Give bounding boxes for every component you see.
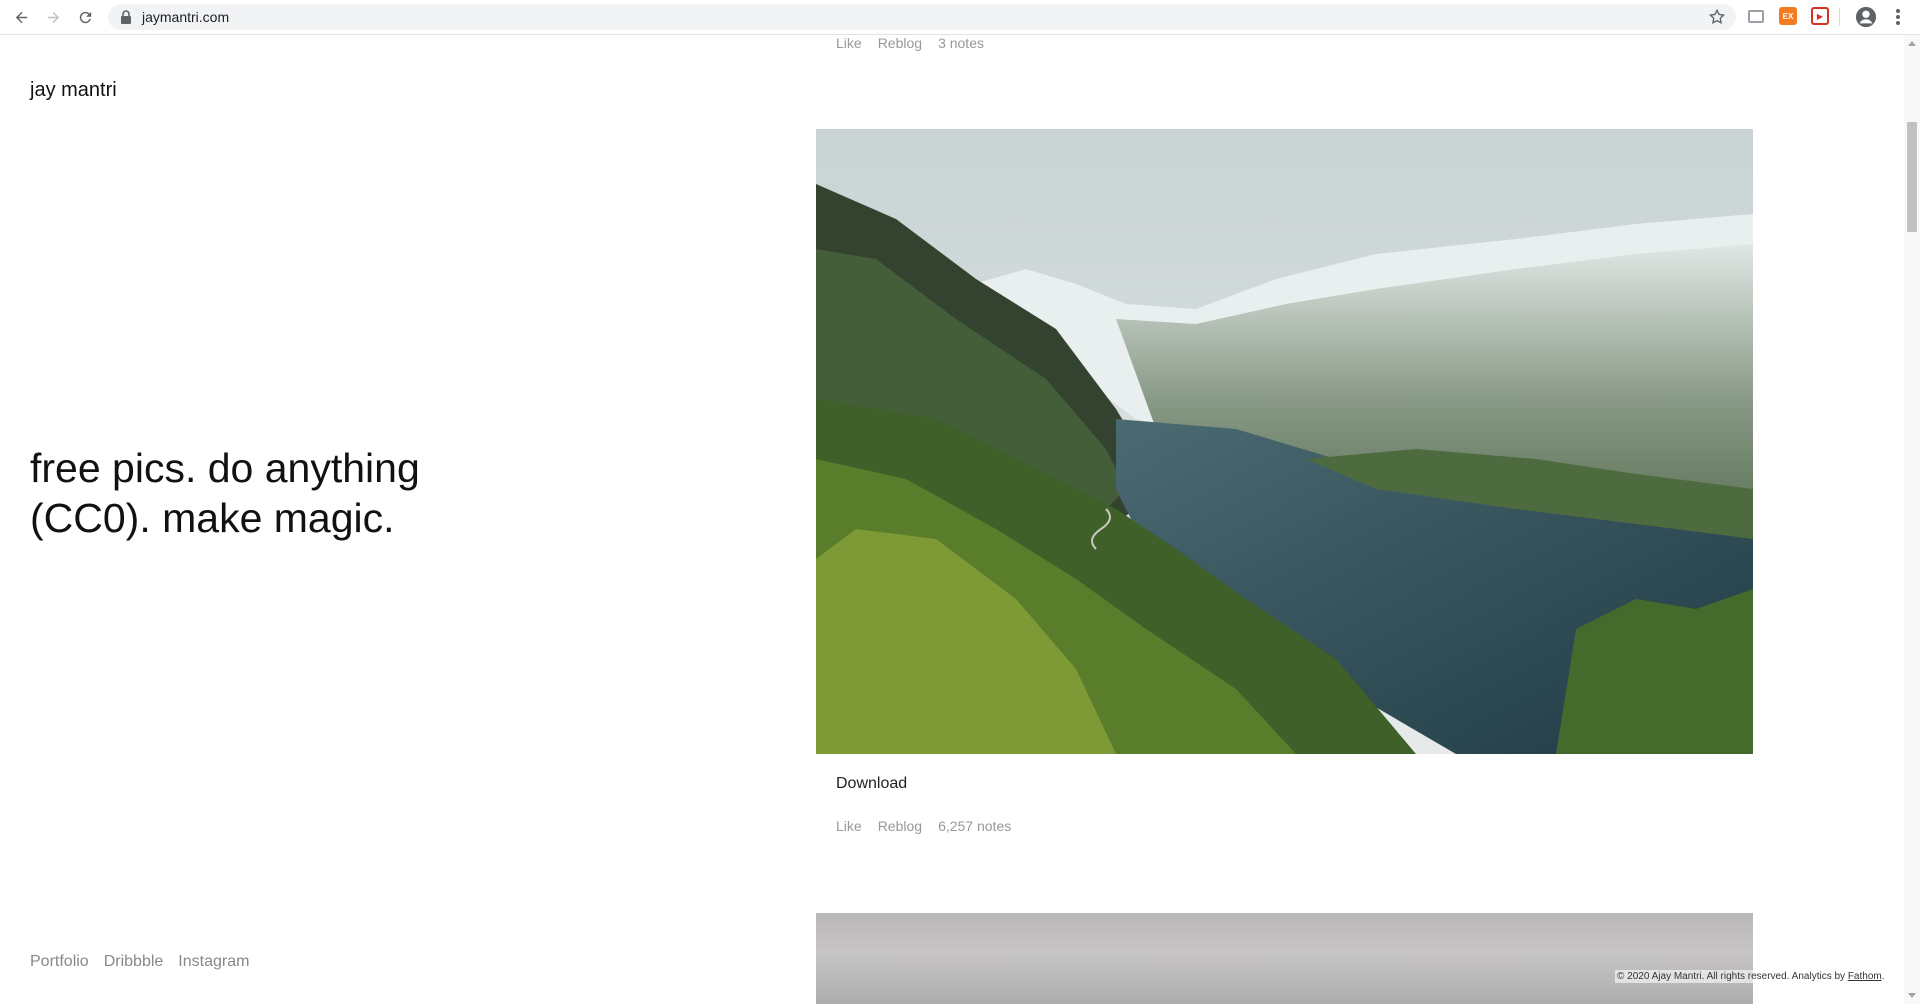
- post-meta-top: Like Reblog 3 notes: [836, 35, 984, 51]
- url-text: jaymantri.com: [142, 9, 230, 25]
- site-tagline: free pics. do anything (CC0). make magic…: [30, 445, 420, 541]
- back-arrow-icon: [15, 11, 27, 23]
- post-meta: Like Reblog 6,257 notes: [836, 818, 1011, 834]
- more-menu-icon[interactable]: [1890, 6, 1906, 28]
- scrollbar-thumb[interactable]: [1907, 122, 1917, 232]
- bookmark-star-icon[interactable]: [1708, 8, 1726, 26]
- site-title[interactable]: jay mantri: [30, 79, 117, 102]
- fathom-link[interactable]: Fathom: [1848, 971, 1882, 982]
- address-bar[interactable]: jaymantri.com: [108, 4, 1736, 30]
- forward-button[interactable]: [41, 5, 65, 29]
- copyright-suffix: .: [1881, 971, 1885, 982]
- profile-avatar-icon[interactable]: [1855, 6, 1877, 28]
- copyright-notice: © 2020 Ajay Mantri. All rights reserved.…: [1615, 970, 1887, 983]
- forward-arrow-icon: [47, 11, 59, 23]
- browser-toolbar: jaymantri.com EX ▶: [0, 0, 1920, 35]
- page-content: Like Reblog 3 notes jay mantri free pics…: [0, 35, 1904, 1004]
- notes-count[interactable]: 6,257 notes: [938, 818, 1011, 834]
- like-link[interactable]: Like: [836, 818, 862, 834]
- reblog-link[interactable]: Reblog: [878, 35, 922, 51]
- vertical-scrollbar[interactable]: [1904, 35, 1920, 1004]
- notes-count[interactable]: 3 notes: [938, 35, 984, 51]
- toolbar-divider: [1839, 8, 1840, 26]
- scroll-down-arrow-icon[interactable]: [1908, 993, 1916, 998]
- fjord-landscape-image: [816, 129, 1753, 754]
- back-button[interactable]: [9, 5, 33, 29]
- footer-links: Portfolio Dribbble Instagram: [30, 953, 249, 971]
- lock-icon: [121, 10, 131, 24]
- cast-icon[interactable]: [1748, 10, 1764, 23]
- extension-red-icon[interactable]: ▶: [1811, 7, 1829, 25]
- extension-orange-icon[interactable]: EX: [1779, 7, 1797, 25]
- portfolio-link[interactable]: Portfolio: [30, 953, 89, 971]
- post-photo-next[interactable]: [816, 913, 1753, 1004]
- dribbble-link[interactable]: Dribbble: [104, 953, 164, 971]
- reload-button[interactable]: [73, 5, 97, 29]
- post-photo-fjord[interactable]: [816, 129, 1753, 754]
- like-link[interactable]: Like: [836, 35, 862, 51]
- scroll-up-arrow-icon[interactable]: [1908, 41, 1916, 46]
- download-link[interactable]: Download: [836, 775, 907, 793]
- reload-icon: [79, 11, 91, 23]
- instagram-link[interactable]: Instagram: [178, 953, 249, 971]
- copyright-text: © 2020 Ajay Mantri. All rights reserved.…: [1617, 971, 1846, 982]
- reblog-link[interactable]: Reblog: [878, 818, 922, 834]
